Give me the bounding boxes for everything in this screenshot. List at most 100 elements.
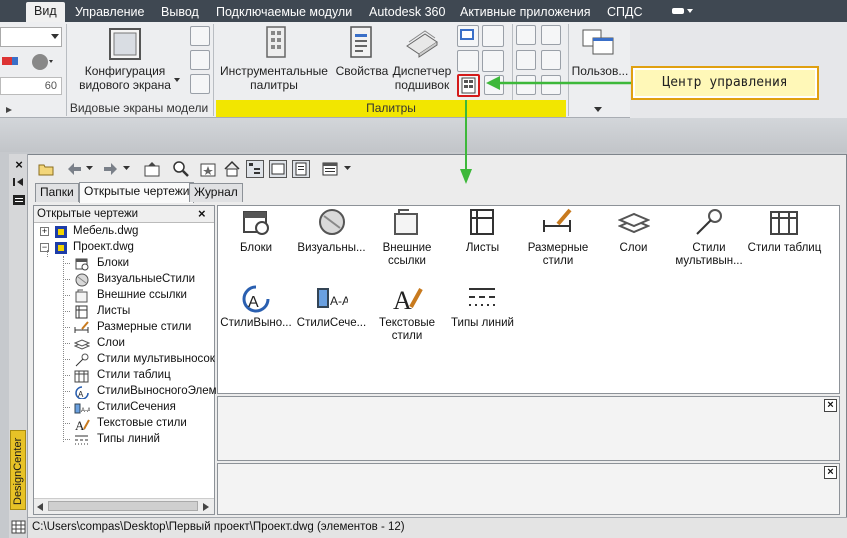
content-item[interactable]: Типы линий bbox=[444, 283, 522, 330]
tree-connector bbox=[63, 279, 70, 280]
tab-autodesk360[interactable]: Autodesk 360 bbox=[369, 3, 445, 22]
panel-expand-icon[interactable] bbox=[6, 104, 12, 113]
tree-item[interactable]: Типы линий bbox=[97, 432, 160, 448]
views-dropdown-icon[interactable] bbox=[344, 166, 351, 171]
palette-small-button-6[interactable] bbox=[541, 25, 561, 45]
preview-close-icon[interactable]: × bbox=[824, 399, 837, 412]
tree-item[interactable]: Стили таблиц bbox=[97, 368, 171, 384]
tree-item[interactable]: ВизуальныеСтили bbox=[97, 272, 195, 288]
viewport-config-button[interactable]: Конфигурация видового экрана bbox=[72, 64, 178, 92]
tab-folders[interactable]: Папки bbox=[35, 183, 79, 202]
tree-item[interactable]: Текстовые стили bbox=[97, 416, 187, 432]
tree-item[interactable]: Проект.dwg bbox=[73, 240, 134, 256]
tab-open-drawings[interactable]: Открытые чертежи bbox=[79, 182, 195, 203]
tree-close-icon[interactable]: × bbox=[198, 207, 210, 221]
tree-item[interactable]: Слои bbox=[97, 336, 125, 352]
forward-icon[interactable] bbox=[102, 160, 120, 178]
callout-arrows bbox=[460, 76, 632, 184]
views-icon[interactable] bbox=[321, 160, 339, 178]
material-sphere-icon[interactable] bbox=[30, 52, 54, 72]
tab-spds[interactable]: СПДС bbox=[607, 3, 643, 22]
viewport-config-icon[interactable] bbox=[109, 28, 141, 60]
tree-connector bbox=[63, 359, 70, 360]
tree-item[interactable]: Внешние ссылки bbox=[97, 288, 187, 304]
content-item[interactable]: Слои bbox=[595, 208, 673, 255]
palette-small-button-5[interactable] bbox=[516, 25, 536, 45]
content-item-label: Размерные стили bbox=[527, 242, 589, 267]
up-folder-icon[interactable] bbox=[143, 160, 161, 178]
properties-icon[interactable] bbox=[347, 26, 377, 58]
tree-horizontal-scrollbar[interactable] bbox=[34, 498, 214, 514]
scroll-right-icon[interactable] bbox=[203, 503, 209, 511]
named-views-button[interactable] bbox=[190, 26, 210, 46]
back-icon[interactable] bbox=[65, 160, 83, 178]
preview-icon[interactable] bbox=[269, 160, 287, 178]
tool-palettes-button[interactable]: Инструментальные палитры bbox=[218, 64, 330, 92]
content-item[interactable]: A-A СтилиСече... bbox=[293, 283, 371, 330]
dc-close-icon[interactable]: × bbox=[12, 158, 26, 172]
properties-button[interactable]: Свойства bbox=[334, 64, 390, 78]
quickcalc-button[interactable] bbox=[482, 50, 504, 72]
tab-history[interactable]: Журнал bbox=[189, 183, 243, 202]
tree-item[interactable]: Листы bbox=[97, 304, 130, 320]
viewport-dropdown-icon[interactable] bbox=[174, 78, 180, 83]
load-icon[interactable] bbox=[37, 160, 55, 178]
content-item[interactable]: A СтилиВыно... bbox=[217, 283, 295, 330]
content-item-label: Типы линий bbox=[451, 317, 514, 329]
content-item[interactable]: A Текстовые стили bbox=[368, 283, 446, 343]
content-item[interactable]: Стили таблиц bbox=[746, 208, 824, 255]
description-icon[interactable] bbox=[292, 160, 310, 178]
tree-connector bbox=[63, 439, 70, 440]
content-item[interactable]: Листы bbox=[444, 208, 522, 255]
palette-small-button-1[interactable] bbox=[457, 25, 479, 47]
svg-text:A: A bbox=[248, 294, 259, 311]
dc-autohide-icon[interactable] bbox=[12, 176, 26, 188]
tree-expander[interactable]: + bbox=[40, 227, 49, 236]
description-close-icon[interactable]: × bbox=[824, 466, 837, 479]
back-dropdown-icon[interactable] bbox=[86, 166, 93, 171]
tree-item[interactable]: СтилиВыносногоЭлеме bbox=[97, 384, 223, 400]
tree-item[interactable]: Блоки bbox=[97, 256, 129, 272]
content-item[interactable]: Блоки bbox=[217, 208, 295, 255]
forward-dropdown-icon[interactable] bbox=[123, 166, 130, 171]
join-viewports-button[interactable] bbox=[190, 50, 210, 70]
content-item[interactable]: Размерные стили bbox=[519, 208, 597, 268]
section-view-icon: A-A bbox=[316, 288, 348, 308]
tool-palettes-icon[interactable] bbox=[262, 26, 292, 58]
preview-pane bbox=[217, 396, 840, 461]
content-item[interactable]: Внешние ссылки bbox=[368, 208, 446, 268]
render-icon[interactable] bbox=[2, 54, 24, 70]
palette-small-button-7[interactable] bbox=[516, 50, 536, 70]
tree-item[interactable]: СтилиСечения bbox=[97, 400, 176, 416]
tree-item[interactable]: Размерные стили bbox=[97, 320, 191, 336]
palette-small-button-8[interactable] bbox=[541, 50, 561, 70]
tab-view[interactable]: Вид bbox=[26, 2, 65, 22]
content-item[interactable]: Визуальны... bbox=[293, 208, 371, 255]
palette-small-button-3[interactable] bbox=[457, 50, 479, 72]
tab-plugins[interactable]: Подключаемые модули bbox=[216, 3, 352, 22]
style-dropdown[interactable] bbox=[0, 27, 62, 47]
tree-item[interactable]: Мебель.dwg bbox=[73, 224, 138, 240]
home-icon[interactable] bbox=[223, 160, 241, 178]
restore-viewports-button[interactable] bbox=[190, 74, 210, 94]
user-interface-icon[interactable] bbox=[581, 26, 615, 58]
search-icon[interactable] bbox=[172, 160, 190, 178]
content-item[interactable]: Стили мультивын... bbox=[670, 208, 748, 268]
value-field[interactable]: 60 bbox=[0, 77, 62, 95]
favorites-icon[interactable] bbox=[199, 160, 217, 178]
tree-item[interactable]: Стили мультивыносок bbox=[97, 352, 215, 368]
scroll-left-icon[interactable] bbox=[37, 503, 43, 511]
description-pane bbox=[217, 463, 840, 515]
tree-connector bbox=[63, 311, 70, 312]
sheet-set-icon[interactable] bbox=[405, 28, 439, 60]
sheet-set-manager-button[interactable]: Диспетчер подшивок bbox=[391, 64, 453, 92]
dc-properties-icon[interactable] bbox=[12, 194, 26, 206]
mleader-icon bbox=[696, 209, 722, 235]
scroll-thumb[interactable] bbox=[48, 501, 198, 511]
palette-small-button-2[interactable] bbox=[482, 25, 504, 47]
tab-output[interactable]: Вывод bbox=[161, 3, 199, 22]
tab-manage[interactable]: Управление bbox=[75, 3, 145, 22]
tab-featured-apps[interactable]: Активные приложения bbox=[460, 3, 591, 22]
tree-view-toggle-icon[interactable] bbox=[246, 160, 264, 178]
ribbon-options-icon[interactable] bbox=[670, 6, 694, 16]
